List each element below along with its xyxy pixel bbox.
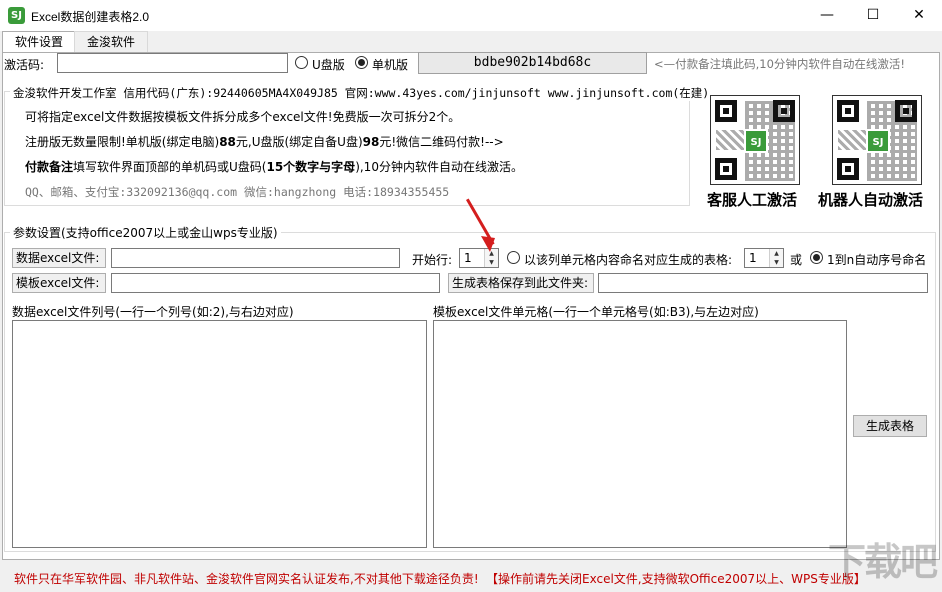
usb-edition-label: U盘版 (312, 56, 345, 73)
stepper-arrows-icon[interactable]: ▲▼ (769, 249, 783, 267)
tab-software-settings[interactable]: 软件设置 (2, 31, 76, 53)
info-line-payment-note: 付款备注填写软件界面顶部的单机码或U盘码(15个数字与字母),10分钟内软件自动… (25, 158, 523, 175)
close-icon[interactable]: ✕ (896, 0, 942, 31)
generate-table-button[interactable]: 生成表格 (853, 415, 927, 437)
qr-caption-robot: 机器人自动激活 (818, 189, 923, 210)
data-file-label: 数据excel文件: (12, 248, 106, 268)
qr-logo-icon: SJ (744, 129, 768, 153)
template-cells-textarea[interactable] (433, 320, 847, 548)
info-line-studio: 金浚软件开发工作室 信用代码(广东):92440605MA4X049J85 官网… (10, 85, 712, 101)
footer-disclaimer: 软件只在华军软件园、非凡软件站、金浚软件官网实名认证发布,不对其他下载途径负责! (14, 570, 479, 587)
qr-code-customer-service: SJ (710, 95, 800, 185)
qr-caption-customer-service: 客服人工激活 (707, 189, 797, 210)
app-icon: SJ (8, 7, 25, 24)
template-cells-label: 模板excel文件单元格(一行一个单元格号(如:B3),与左边对应) (433, 303, 759, 320)
data-file-input[interactable] (111, 248, 400, 268)
footer-notice: 【操作前请先关闭Excel文件,支持微软Office2007以上、WPS专业版】 (486, 570, 866, 587)
name-by-cell-radio[interactable] (507, 251, 520, 264)
activation-label: 激活码: (4, 56, 44, 73)
data-columns-label: 数据excel文件列号(一行一个列号(如:2),与右边对应) (12, 303, 294, 320)
info-line-contact: QQ、邮箱、支付宝:332092136@qq.com 微信:hangzhong … (25, 184, 449, 200)
pc-edition-radio[interactable] (355, 56, 368, 69)
qr-code-robot: SJ (832, 95, 922, 185)
info-line-desc: 可将指定excel文件数据按模板文件拆分成多个excel文件!免费版一次可拆分2… (25, 108, 460, 125)
data-columns-textarea[interactable] (12, 320, 427, 548)
params-group-title: 参数设置(支持office2007以上或金山wps专业版) (10, 224, 281, 241)
activation-code-input[interactable] (57, 53, 288, 73)
auto-sequence-label: 1到n自动序号命名 (827, 251, 926, 268)
save-folder-label: 生成表格保存到此文件夹: (448, 273, 594, 293)
minimize-icon[interactable]: — (804, 0, 850, 31)
info-line-pricing: 注册版无数量限制!单机版(绑定电脑)88元,U盘版(绑定自备U盘)98元!微信二… (25, 133, 504, 150)
usb-edition-radio[interactable] (295, 56, 308, 69)
watermark-logo: 下载吧 (828, 531, 936, 586)
name-column-stepper[interactable]: 1 ▲▼ (744, 248, 784, 268)
window-title: Excel数据创建表格2.0 (31, 8, 149, 25)
or-label: 或 (790, 251, 802, 268)
save-folder-input[interactable] (598, 273, 928, 293)
tab-jinjun-software[interactable]: 金浚软件 (74, 31, 148, 52)
annotation-arrowhead-icon (478, 234, 498, 254)
name-by-cell-label: 以该列单元格内容命名对应生成的表格: (524, 251, 732, 268)
auto-sequence-radio[interactable] (810, 251, 823, 264)
activation-notice: <—付款备注填此码,10分钟内软件自动在线激活! (654, 56, 905, 72)
qr-logo-icon: SJ (866, 129, 890, 153)
maximize-icon[interactable]: ☐ (850, 0, 896, 31)
machine-code-display: bdbe902b14bd68c (418, 52, 647, 74)
pc-edition-label: 单机版 (372, 56, 408, 73)
template-file-label: 模板excel文件: (12, 273, 106, 293)
start-row-label: 开始行: (412, 251, 452, 268)
template-file-input[interactable] (111, 273, 440, 293)
